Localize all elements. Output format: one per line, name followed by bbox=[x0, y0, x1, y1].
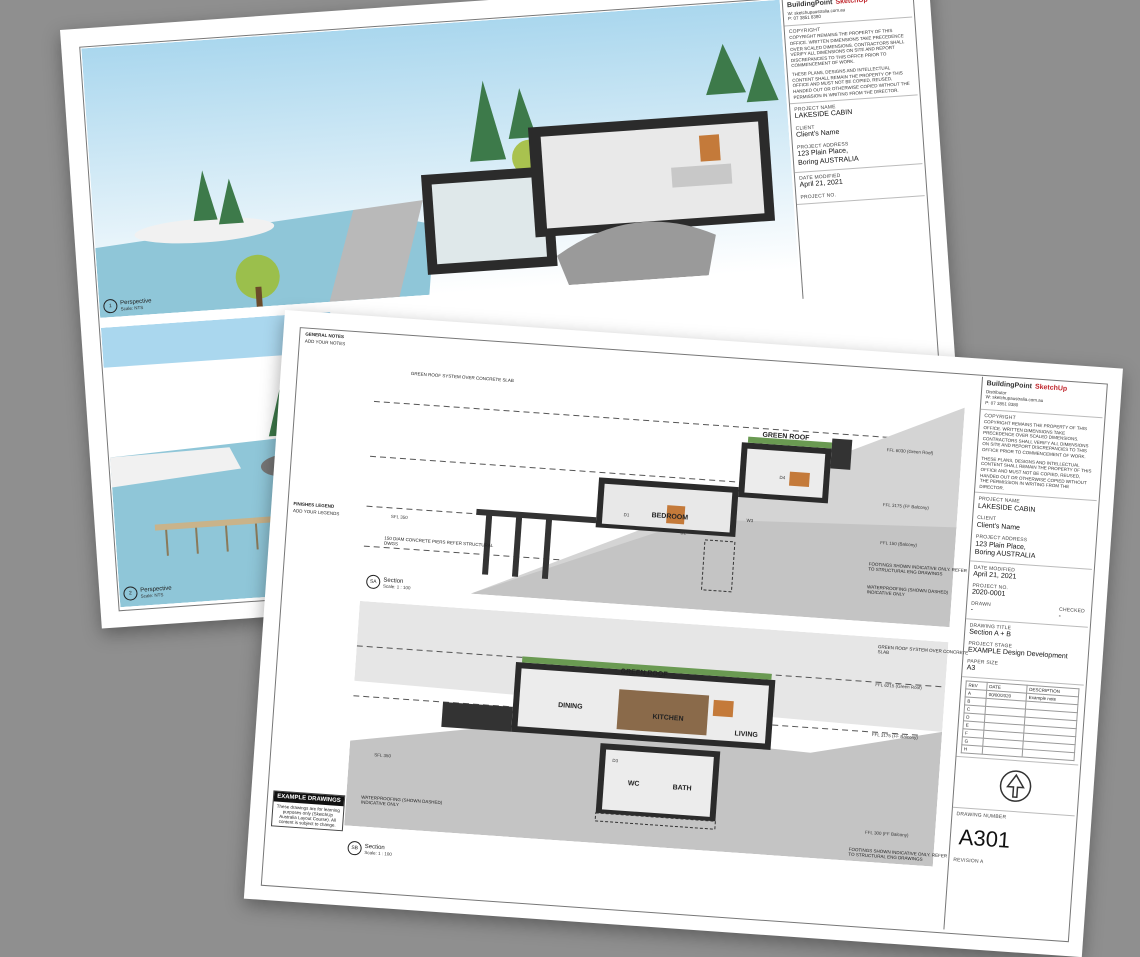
view-number-circle: 1 bbox=[102, 298, 118, 314]
example-drawings-text: These drawings are for learning purposes… bbox=[276, 803, 341, 828]
back-title-block: BuildingPoint SketchUp W: sketchupaustra… bbox=[781, 0, 932, 299]
date-project-block: DATE MODIFIED April 21, 2021 PROJECT NO.… bbox=[966, 561, 1092, 628]
revision-table: REV DATE DESCRIPTION A 00/00/2020 Example … bbox=[961, 681, 1080, 762]
perspective-view-1 bbox=[81, 0, 799, 318]
north-arrow-icon bbox=[999, 770, 1032, 802]
section-a-scale: Scale: 1 : 100 bbox=[382, 583, 411, 590]
drawing-title-block: DRAWING TITLE Section A + B PROJECT STAG… bbox=[962, 619, 1088, 686]
section-a-tag: SA Section Scale: 1 : 100 bbox=[365, 574, 411, 591]
copyright-block: COPYRIGHT COPYRIGHT REMAINS THE PROPERTY… bbox=[974, 409, 1103, 502]
door-tag-d1: D1 bbox=[623, 512, 630, 518]
window-tag-w3: W3 bbox=[746, 517, 754, 524]
section-b-drawing bbox=[344, 600, 949, 867]
copyright-block: COPYRIGHT COPYRIGHT REMAINS THE PROPERTY… bbox=[784, 17, 918, 105]
section-b-tag: SB Section Scale: 1 : 100 bbox=[347, 840, 393, 858]
front-drawing-sheet: GENERAL NOTES ADD YOUR NOTES FINISHES LE… bbox=[243, 310, 1123, 957]
view-number-circle: 2 bbox=[123, 585, 138, 601]
project-info-block: PROJECT NAME LAKESIDE CABIN CLIENT Clien… bbox=[970, 492, 1097, 571]
section-b-circle: SB bbox=[347, 840, 363, 856]
perspective-1-render bbox=[81, 0, 799, 318]
door-tag-d3: D3 bbox=[612, 757, 619, 764]
drawing-number-block: DRAWING NUMBER A301 REVISION A bbox=[949, 808, 1075, 874]
level-marker-b3: SFL 350 bbox=[374, 752, 392, 759]
room-label-bath: BATH bbox=[672, 784, 692, 793]
north-arrow-block bbox=[952, 757, 1079, 817]
project-name-block: PROJECT NAME LAKESIDE CABIN CLIENT Clien… bbox=[789, 95, 923, 173]
section-b-scale: Scale: 1 : 100 bbox=[364, 849, 393, 857]
door-tag-d4: D4 bbox=[779, 474, 786, 481]
example-drawings-box: EXAMPLE DRAWINGS These drawings are for … bbox=[270, 790, 346, 832]
room-label-wc: WC bbox=[627, 780, 640, 788]
level-marker-a3: SFL 350 bbox=[390, 513, 408, 521]
revision-table-block: REV DATE DESCRIPTION A 00/00/2020 Example … bbox=[956, 677, 1084, 766]
section-a-circle: SA bbox=[365, 574, 381, 590]
section-b-view bbox=[344, 600, 949, 867]
door-tag-d2: D2 bbox=[680, 530, 687, 536]
